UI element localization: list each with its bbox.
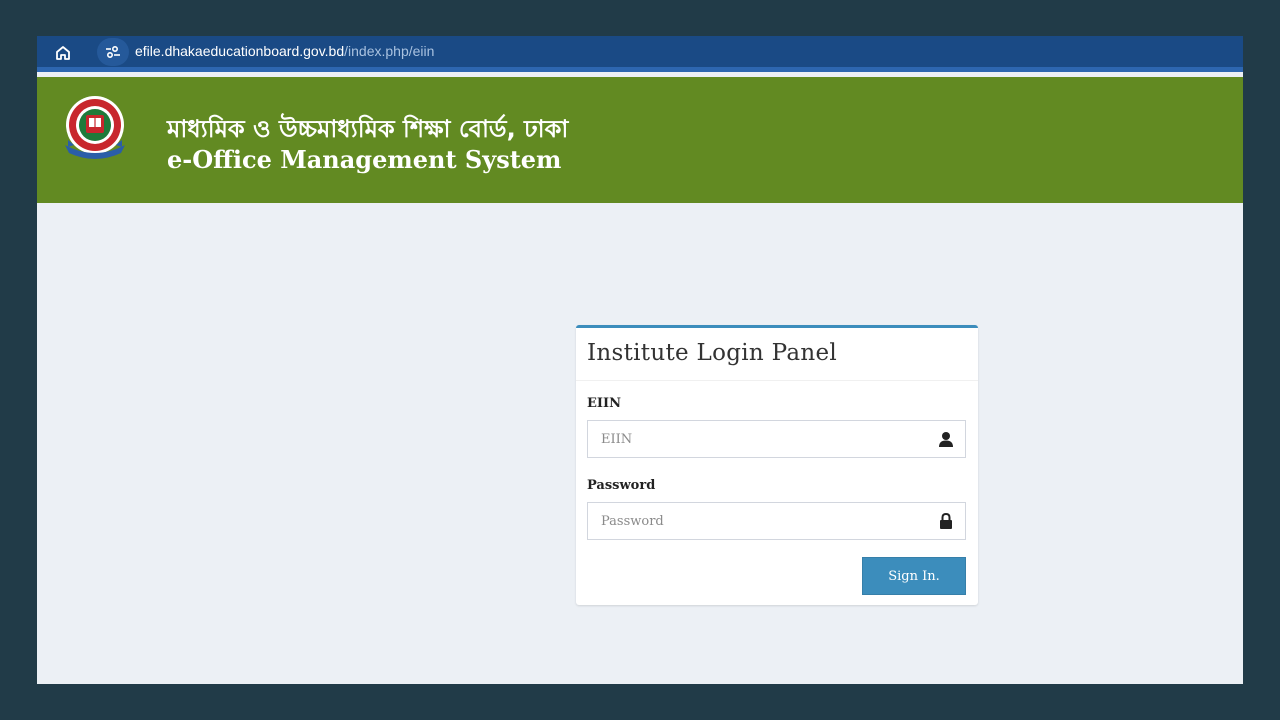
eiin-field-wrapper (587, 420, 966, 458)
system-name: e-Office Management System (167, 145, 562, 174)
password-input[interactable] (588, 503, 931, 539)
user-icon (939, 432, 953, 447)
board-logo (59, 93, 131, 165)
site-settings-icon (106, 45, 120, 59)
url-field[interactable]: efile.dhakaeducationboard.gov.bd/index.p… (135, 36, 434, 67)
eiin-label: EIIN (587, 396, 621, 411)
browser-window: efile.dhakaeducationboard.gov.bd/index.p… (37, 36, 1243, 684)
lock-icon (940, 512, 952, 529)
board-name-bangla: মাধ্যমিক ও উচ্চমাধ্যমিক শিক্ষা বোর্ড, ঢা… (167, 115, 569, 143)
url-path: /index.php/eiin (344, 43, 435, 59)
url-domain: efile.dhakaeducationboard.gov.bd (135, 43, 345, 59)
eiin-input[interactable] (588, 421, 931, 457)
site-header: মাধ্যমিক ও উচ্চমাধ্যমিক শিক্ষা বোর্ড, ঢা… (37, 77, 1243, 203)
login-panel-title: Institute Login Panel (587, 340, 838, 366)
login-panel: Institute Login Panel EIIN Password Sign… (576, 325, 978, 605)
home-button[interactable] (49, 39, 77, 67)
password-label: Password (587, 478, 656, 493)
login-panel-header: Institute Login Panel (576, 328, 978, 381)
address-bar: efile.dhakaeducationboard.gov.bd/index.p… (37, 36, 1243, 72)
board-seal-icon (65, 96, 125, 159)
sign-in-button[interactable]: Sign In. (862, 557, 966, 595)
site-info-button[interactable] (97, 38, 129, 66)
password-field-wrapper (587, 502, 966, 540)
home-icon (56, 46, 70, 60)
